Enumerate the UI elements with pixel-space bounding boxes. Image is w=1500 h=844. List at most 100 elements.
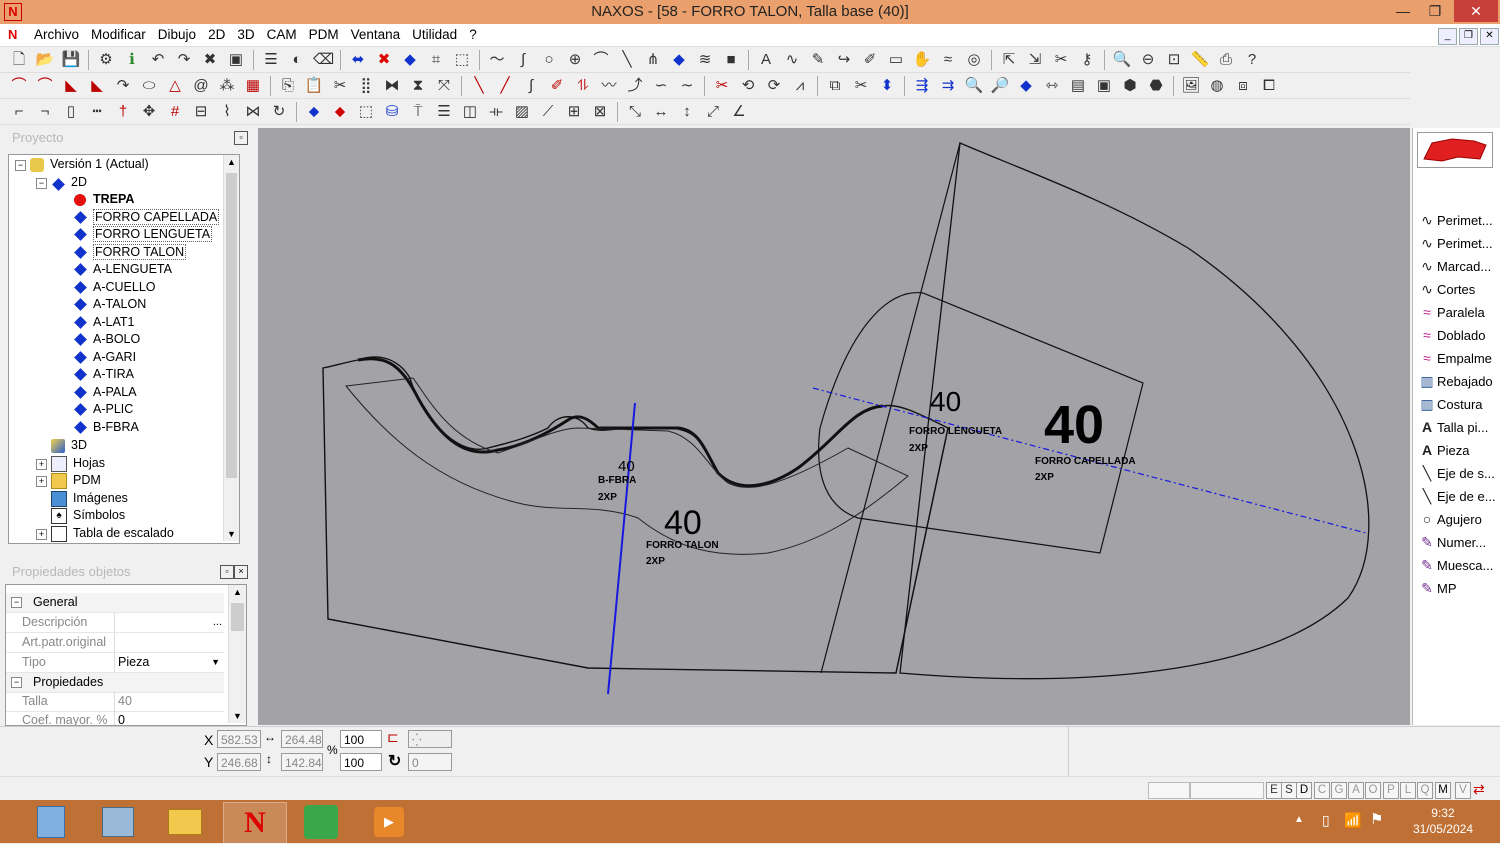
tool-pieza[interactable]: A Pieza	[1417, 439, 1470, 461]
menu-pdm[interactable]: PDM	[303, 24, 345, 45]
zigzag-icon[interactable]: ⩘	[790, 77, 810, 95]
minimize-button[interactable]: —	[1386, 0, 1420, 22]
rotation-field[interactable]: 0	[408, 753, 452, 771]
tree-item-a-talon[interactable]: A-TALON	[73, 296, 146, 313]
tool-empalme[interactable]: ≈ Empalme	[1417, 347, 1492, 369]
text-icon[interactable]: A	[756, 51, 776, 69]
menu-utilidad[interactable]: Utilidad	[406, 24, 463, 45]
snap-s[interactable]: S	[1281, 782, 1297, 799]
node-edit-icon[interactable]: ⋔	[643, 51, 663, 69]
taskbar-calculator-button[interactable]	[20, 802, 82, 842]
color-icon[interactable]: ◐	[287, 51, 307, 69]
cluster-icon[interactable]: ⁂	[217, 77, 237, 95]
ungroup-icon[interactable]: ⬥	[330, 103, 350, 121]
menu-archivo[interactable]: Archivo	[28, 24, 85, 45]
triangle-icon[interactable]: △	[165, 77, 185, 95]
delete-icon[interactable]: ✖	[200, 51, 220, 69]
columns-icon[interactable]: ◫	[460, 103, 480, 121]
tool-doblado[interactable]: ≈ Doblado	[1417, 324, 1485, 346]
scale-x-field[interactable]: 100	[340, 730, 382, 748]
key-icon[interactable]: ⚷	[1077, 51, 1097, 69]
menu-ventana[interactable]: Ventana	[345, 24, 407, 45]
blob-icon[interactable]: ⬢	[1120, 77, 1140, 95]
prop-descripcion[interactable]: Descripción ...	[6, 613, 224, 633]
export-icon[interactable]: ⇱	[999, 51, 1019, 69]
prop-talla[interactable]: Talla 40	[6, 692, 224, 712]
segment-icon[interactable]: ╲	[469, 77, 489, 95]
group-icon[interactable]: ⬥	[304, 103, 324, 121]
open-folder-icon[interactable]: 📂	[35, 51, 55, 69]
restore-button[interactable]: ❐	[1418, 0, 1452, 22]
tool-cortes[interactable]: ∿ Cortes	[1417, 278, 1475, 300]
hatch-icon[interactable]: ▨	[512, 103, 532, 121]
tree-item-forro-lengueta[interactable]: FORRO LENGUETA	[73, 226, 213, 243]
corner-tool-icon[interactable]: ◣	[61, 77, 81, 95]
scale-icon[interactable]: ⤧	[434, 77, 454, 95]
help-icon[interactable]: ?	[1242, 51, 1262, 69]
prop-value[interactable]	[114, 613, 225, 632]
collapse-toggle[interactable]: −	[15, 160, 26, 171]
grid-settings-button[interactable]: ⁛	[408, 730, 452, 748]
width-field[interactable]: 264.48	[281, 730, 323, 748]
arc-icon[interactable]: ⌒	[591, 51, 611, 69]
pin-icon[interactable]: ▫	[220, 565, 234, 579]
dimension-icon[interactable]: ⤡	[625, 103, 645, 121]
tree-item-a-tira[interactable]: A-TIRA	[73, 366, 134, 383]
box-icon[interactable]: ⊞	[564, 103, 584, 121]
tree-item-a-pala[interactable]: A-PALA	[73, 384, 137, 401]
delete-piece-icon[interactable]: ✖	[374, 51, 394, 69]
rotate-arc-icon[interactable]: ↷	[113, 77, 133, 95]
split-icon[interactable]: ⟛	[486, 103, 506, 121]
corner-icon[interactable]: ⌐	[9, 103, 29, 121]
scroll-down-icon[interactable]: ▼	[233, 711, 242, 721]
menu-cam[interactable]: CAM	[261, 24, 303, 45]
spiral-icon[interactable]: @	[191, 77, 211, 95]
crosshair-icon[interactable]: ⊕	[565, 51, 585, 69]
blob-2-icon[interactable]: ⬣	[1146, 77, 1166, 95]
prop-value[interactable]	[114, 633, 225, 652]
signal-icon[interactable]: 📶	[1344, 812, 1361, 829]
collapse-toggle[interactable]: −	[36, 178, 47, 189]
hash-icon[interactable]: #	[165, 103, 185, 121]
collapse-toggle[interactable]: −	[11, 677, 22, 688]
menu-modificar[interactable]: Modificar	[85, 24, 152, 45]
tree-item-tabla-de-escalado[interactable]: Tabla de escalado	[51, 525, 174, 542]
tree-item-a-lengueta[interactable]: A-LENGUETA	[73, 261, 172, 278]
measure-icon[interactable]: ⟋	[538, 103, 558, 121]
corner-tool-2-icon[interactable]: ◣	[87, 77, 107, 95]
battery-icon[interactable]: ▯	[1322, 812, 1330, 829]
tool-muesca[interactable]: ✎ Muesca...	[1417, 554, 1493, 576]
tree-item-hojas[interactable]: Hojas	[51, 455, 105, 472]
image-icon[interactable]: 🖼	[1181, 77, 1201, 95]
tilde-icon[interactable]: ∼	[677, 77, 697, 95]
array-icon[interactable]: ⣿	[356, 77, 376, 95]
fit-icon[interactable]: ⇿	[1042, 77, 1062, 95]
layers-2-icon[interactable]: ⧠	[1259, 77, 1279, 95]
menu-dibujo[interactable]: Dibujo	[152, 24, 202, 45]
tree-item-forro-talon[interactable]: FORRO TALON	[73, 244, 187, 261]
prop-art-patr-original[interactable]: Art.patr.original	[6, 633, 224, 653]
tree-item-simbolos[interactable]: ♠ Símbolos	[51, 507, 125, 524]
tree-item-forro-capellada[interactable]: FORRO CAPELLADA	[73, 209, 220, 226]
menu-3d[interactable]: 3D	[231, 24, 260, 45]
snap-c[interactable]: C	[1314, 782, 1330, 799]
magnify-2-icon[interactable]: 🔎	[990, 77, 1010, 95]
menu-2d[interactable]: 2D	[202, 24, 231, 45]
mdi-close-button[interactable]: ✕	[1480, 28, 1499, 45]
move-icon[interactable]: ✥	[139, 103, 159, 121]
cross-icon[interactable]: ⊠	[590, 103, 610, 121]
redo-icon[interactable]: ↷	[174, 51, 194, 69]
point-icon[interactable]: ◆	[669, 51, 689, 69]
stroke-icon[interactable]: 〰	[599, 77, 619, 95]
nest-2-icon[interactable]: ⇉	[938, 77, 958, 95]
prop-value[interactable]: 0	[114, 711, 228, 725]
clock[interactable]: 9:32 31/05/2024	[1413, 805, 1473, 837]
mdi-minimize-button[interactable]: _	[1438, 28, 1457, 45]
save-icon[interactable]: 💾	[61, 51, 81, 69]
stack-icon[interactable]: ⧈	[1233, 77, 1253, 95]
duplicate-icon[interactable]: ⧉	[825, 77, 845, 95]
pin-icon[interactable]: ⍑	[408, 103, 428, 121]
menu-help[interactable]: ?	[463, 24, 483, 45]
collapse-toggle[interactable]: −	[11, 597, 22, 608]
tool-rebajado[interactable]: ▥ Rebajado	[1417, 370, 1492, 392]
